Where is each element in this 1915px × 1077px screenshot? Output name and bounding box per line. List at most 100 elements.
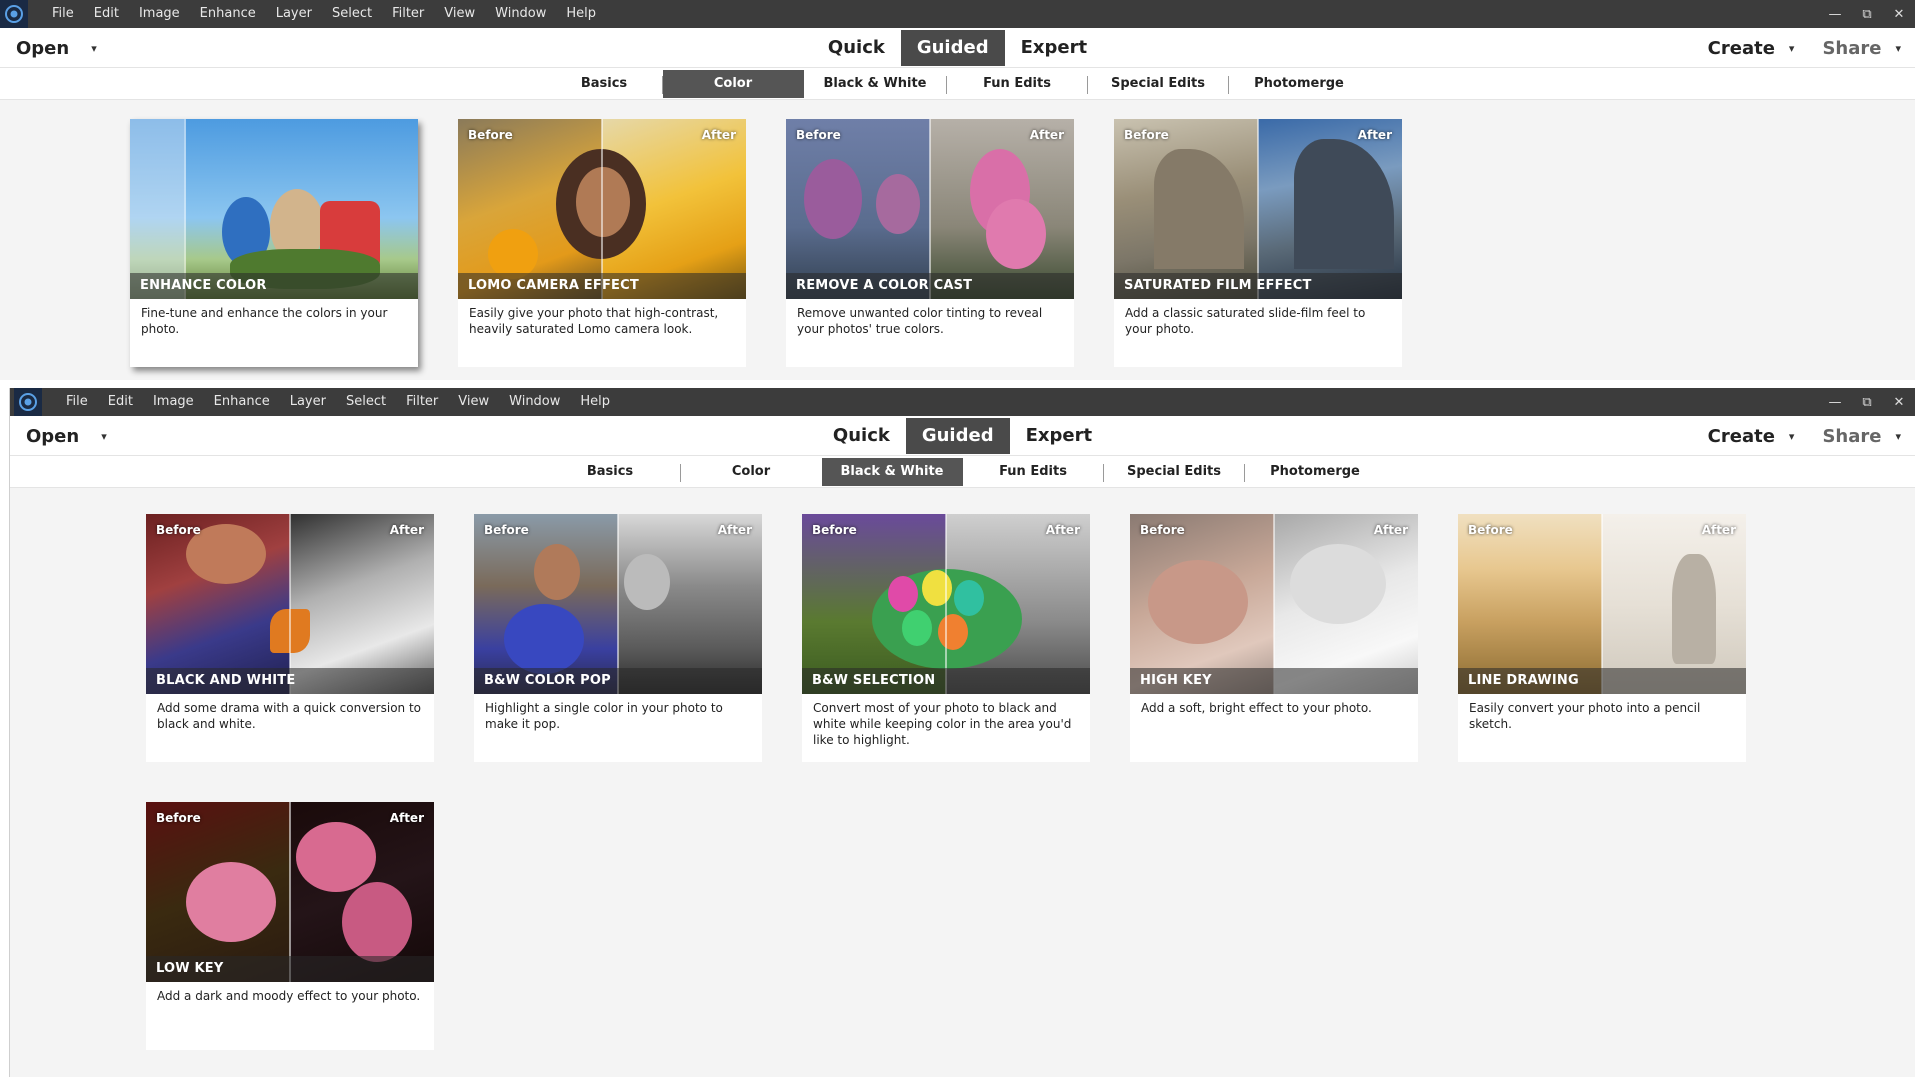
card-remove-color-cast[interactable]: Before After REMOVE A COLOR CAST Remove … (786, 119, 1074, 367)
menu-file[interactable]: File (42, 0, 84, 28)
card-black-and-white[interactable]: Before After BLACK AND WHITE Add some dr… (146, 514, 434, 762)
card-thumbnail: Before After BLACK AND WHITE (146, 514, 434, 694)
restore-icon[interactable]: ⧉ (1851, 388, 1883, 416)
card-title: SATURATED FILM EFFECT (1114, 273, 1402, 299)
subtab-special-edits[interactable]: Special Edits (1104, 458, 1245, 486)
card-description: Easily give your photo that high-contras… (469, 306, 719, 336)
card-title: B&W COLOR POP (474, 668, 762, 694)
app-logo-icon[interactable] (14, 388, 42, 416)
minimize-icon[interactable]: — (1819, 388, 1851, 416)
close-icon[interactable]: ✕ (1883, 0, 1915, 28)
card-bw-color-pop[interactable]: Before After B&W COLOR POP Highlight a s… (474, 514, 762, 762)
subtab-color[interactable]: Color (681, 458, 822, 486)
menu-enhance[interactable]: Enhance (190, 0, 266, 28)
subtab-fun-edits[interactable]: Fun Edits (947, 70, 1088, 98)
before-label: Before (1468, 523, 1513, 537)
minimize-icon[interactable]: — (1819, 0, 1851, 28)
create-label: Create (1707, 425, 1775, 447)
before-label: Before (156, 523, 201, 537)
card-title: BLACK AND WHITE (146, 668, 434, 694)
card-title: LINE DRAWING (1458, 668, 1746, 694)
menu-window[interactable]: Window (499, 388, 570, 416)
card-title: HIGH KEY (1130, 668, 1418, 694)
menu-bar: File Edit Image Enhance Layer Select Fil… (0, 0, 1915, 28)
card-saturated-film-effect[interactable]: Before After SATURATED FILM EFFECT Add a… (1114, 119, 1402, 367)
chevron-down-icon: ▾ (1895, 41, 1901, 55)
tab-expert[interactable]: Expert (1010, 418, 1108, 454)
card-description: Easily convert your photo into a pencil … (1469, 701, 1701, 731)
card-title: LOMO CAMERA EFFECT (458, 273, 746, 299)
menu-edit[interactable]: Edit (98, 388, 143, 416)
after-label: After (701, 128, 736, 142)
menu-view[interactable]: View (448, 388, 499, 416)
app-logo-icon[interactable] (0, 0, 28, 28)
tab-quick[interactable]: Quick (817, 418, 906, 454)
tab-guided[interactable]: Guided (905, 418, 1010, 454)
before-label: Before (1124, 128, 1169, 142)
card-title: B&W SELECTION (802, 668, 1090, 694)
card-enhance-color[interactable]: ENHANCE COLOR Fine-tune and enhance the … (130, 119, 418, 367)
menu-layer[interactable]: Layer (266, 0, 322, 28)
menu-image[interactable]: Image (129, 0, 190, 28)
after-label: After (1701, 523, 1736, 537)
menu-select[interactable]: Select (336, 388, 396, 416)
tab-guided[interactable]: Guided (900, 30, 1005, 66)
menu-view[interactable]: View (434, 0, 485, 28)
card-description: Add a dark and moody effect to your phot… (157, 989, 421, 1003)
create-button[interactable]: Create ▾ (1708, 426, 1795, 447)
card-low-key[interactable]: Before After LOW KEY Add a dark and mood… (146, 802, 434, 1050)
create-button[interactable]: Create ▾ (1708, 38, 1795, 59)
subtab-basics[interactable]: Basics (540, 458, 681, 486)
subtab-black-white[interactable]: Black & White (804, 70, 947, 98)
close-icon[interactable]: ✕ (1883, 388, 1915, 416)
before-label: Before (468, 128, 513, 142)
chevron-down-icon: ▾ (1788, 41, 1795, 55)
after-label: After (1373, 523, 1408, 537)
menu-help[interactable]: Help (570, 388, 620, 416)
card-high-key[interactable]: Before After HIGH KEY Add a soft, bright… (1130, 514, 1418, 762)
share-label: Share (1822, 37, 1882, 59)
subtab-black-white[interactable]: Black & White (821, 457, 963, 486)
card-thumbnail: Before After HIGH KEY (1130, 514, 1418, 694)
card-thumbnail: Before After SATURATED FILM EFFECT (1114, 119, 1402, 299)
card-description: Fine-tune and enhance the colors in your… (141, 306, 388, 336)
before-label: Before (484, 523, 529, 537)
chevron-down-icon: ▾ (1788, 429, 1795, 443)
menu-edit[interactable]: Edit (84, 0, 129, 28)
subtab-photomerge[interactable]: Photomerge (1245, 458, 1386, 486)
subtab-photomerge[interactable]: Photomerge (1229, 70, 1370, 98)
before-label: Before (156, 811, 201, 825)
card-lomo-camera-effect[interactable]: Before After LOMO CAMERA EFFECT Easily g… (458, 119, 746, 367)
menu-layer[interactable]: Layer (280, 388, 336, 416)
menu-enhance[interactable]: Enhance (204, 388, 280, 416)
menu-help[interactable]: Help (556, 0, 606, 28)
menu-file[interactable]: File (56, 388, 98, 416)
before-label: Before (796, 128, 841, 142)
menu-select[interactable]: Select (322, 0, 382, 28)
card-thumbnail: Before After B&W SELECTION (802, 514, 1090, 694)
menu-window[interactable]: Window (485, 0, 556, 28)
card-thumbnail: Before After REMOVE A COLOR CAST (786, 119, 1074, 299)
card-thumbnail: Before After B&W COLOR POP (474, 514, 762, 694)
subtab-basics[interactable]: Basics (546, 70, 663, 98)
card-line-drawing[interactable]: Before After LINE DRAWING Easily convert… (1458, 514, 1746, 762)
after-label: After (1357, 128, 1392, 142)
restore-icon[interactable]: ⧉ (1851, 0, 1883, 28)
menu-filter[interactable]: Filter (396, 388, 448, 416)
share-button[interactable]: Share ▾ (1822, 426, 1901, 447)
card-bw-selection[interactable]: Before After B&W SELECTION Convert most … (802, 514, 1090, 762)
menu-image[interactable]: Image (143, 388, 204, 416)
card-thumbnail: Before After LINE DRAWING (1458, 514, 1746, 694)
after-label: After (1045, 523, 1080, 537)
tab-quick[interactable]: Quick (812, 30, 901, 66)
card-title: REMOVE A COLOR CAST (786, 273, 1074, 299)
mode-bar: Open ▾ Quick Guided Expert Create ▾ Shar… (0, 28, 1915, 68)
editor-window-color: File Edit Image Enhance Layer Select Fil… (0, 0, 1915, 380)
card-description: Remove unwanted color tinting to reveal … (797, 306, 1043, 336)
share-button[interactable]: Share ▾ (1822, 38, 1901, 59)
menu-filter[interactable]: Filter (382, 0, 434, 28)
subtab-color[interactable]: Color (662, 69, 804, 98)
tab-expert[interactable]: Expert (1005, 30, 1103, 66)
subtab-fun-edits[interactable]: Fun Edits (963, 458, 1104, 486)
subtab-special-edits[interactable]: Special Edits (1088, 70, 1229, 98)
